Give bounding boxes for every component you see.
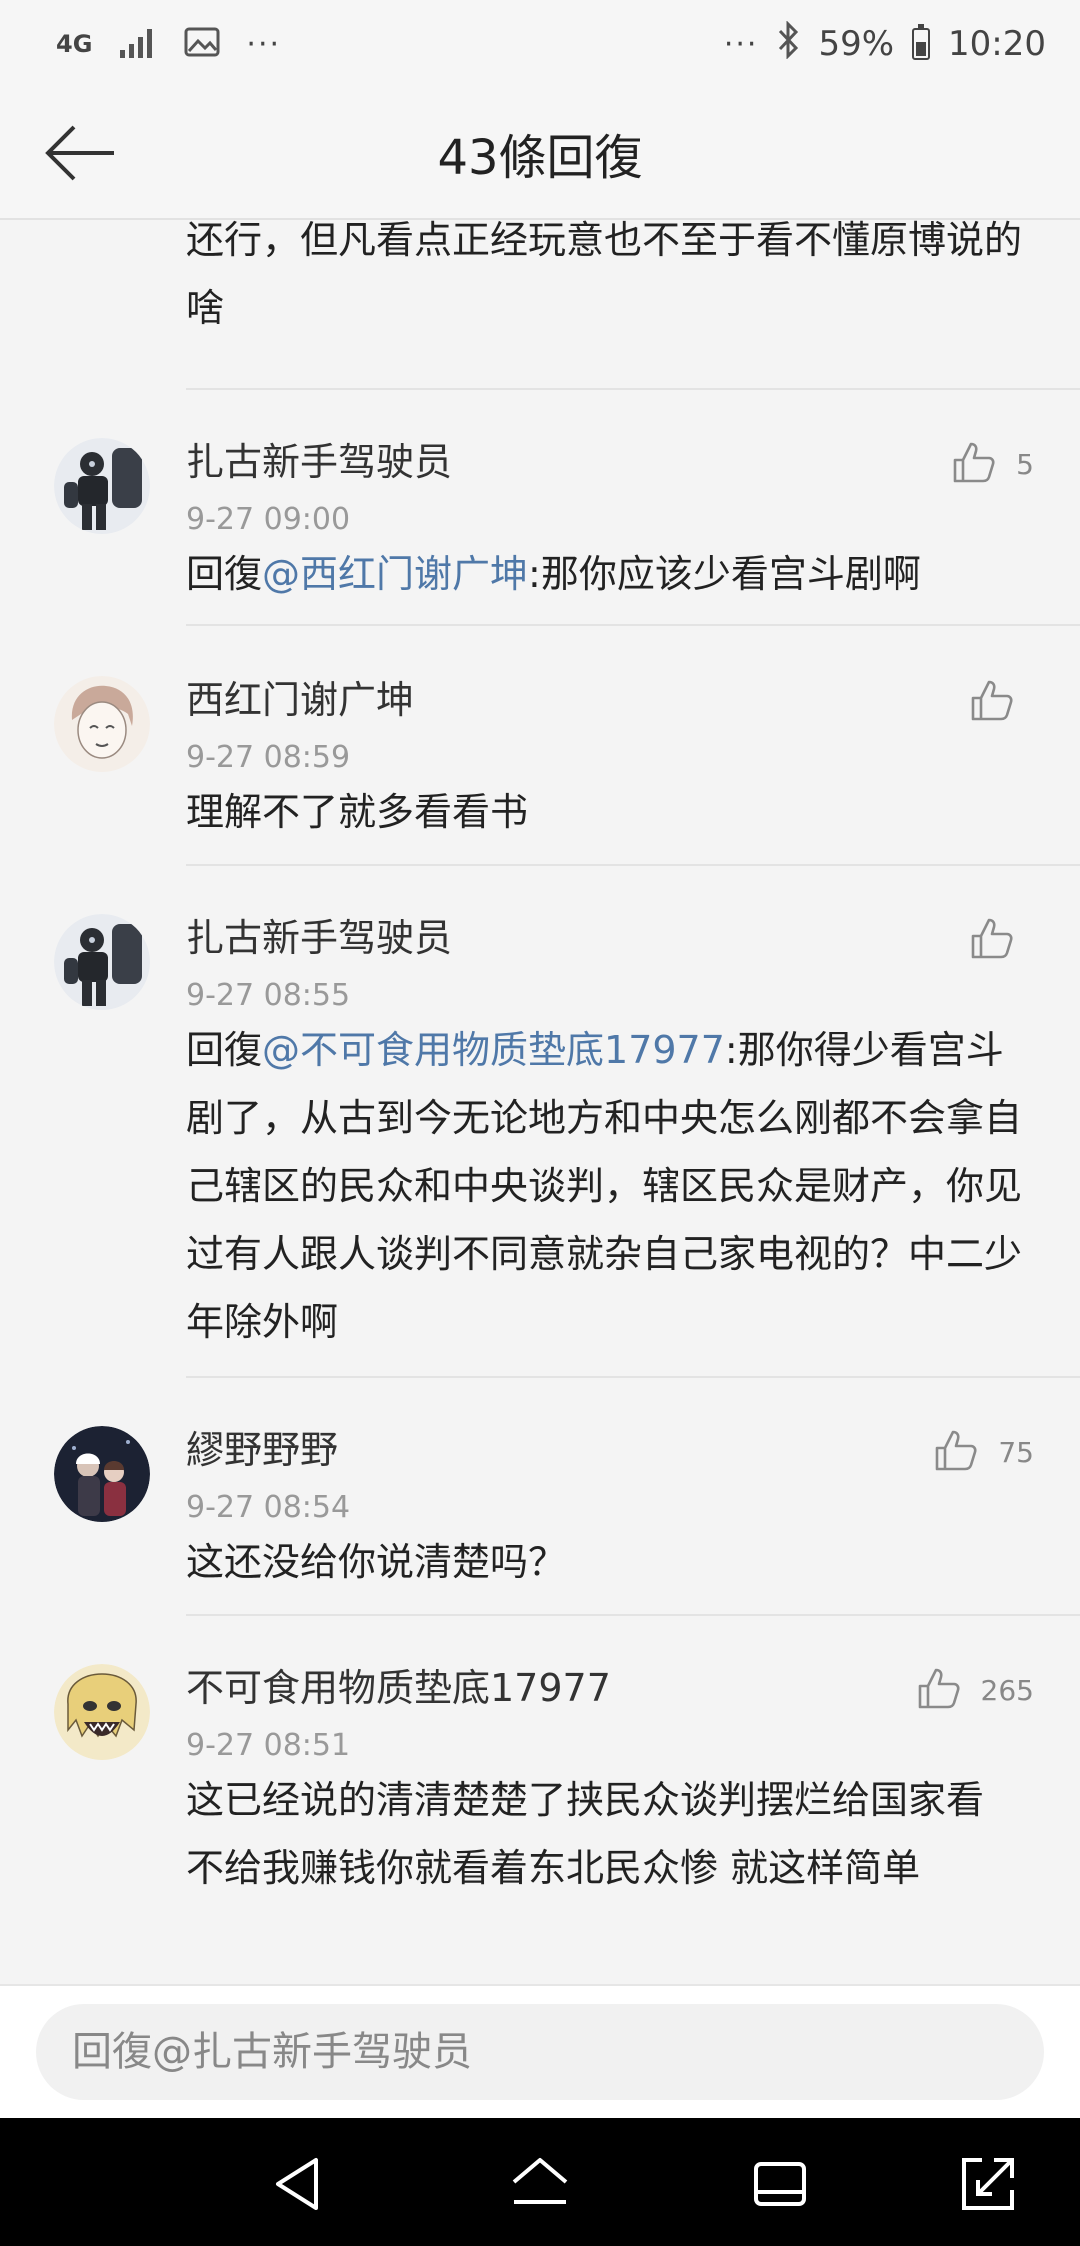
comment-body: 这还没给你说清楚吗？ (186, 1540, 567, 1584)
list-item[interactable]: 不可食用物质垫底17977 9-27 08:51 265 这已经说的清清楚楚了挟… (0, 1616, 1080, 1984)
recent-apps-icon (754, 2162, 806, 2206)
partial-comment: 还行，但凡看点正经玩意也不至于看不懂原博说的啥 (0, 218, 1080, 342)
list-item[interactable]: 繆野野野 9-27 08:54 75 这还没给你说清楚吗？ (0, 1378, 1080, 1616)
nav-expand-button[interactable] (956, 2152, 1020, 2216)
like-count: 75 (998, 1435, 1034, 1469)
battery-icon (912, 24, 931, 60)
timestamp: 9-27 08:55 (186, 978, 351, 1013)
list-item[interactable]: 西红门谢广坤 9-27 08:59 理解不了就多看看书 (0, 628, 1080, 866)
timestamp: 9-27 08:59 (186, 740, 351, 775)
divider (186, 624, 1080, 626)
comment-text: 理解不了就多看看书 (186, 778, 1034, 846)
timestamp: 9-27 08:54 (186, 1490, 351, 1525)
header: 43條回復 (0, 88, 1080, 220)
network-type-indicator: 4G (56, 30, 93, 58)
like-button[interactable]: 75 (932, 1426, 1034, 1478)
nav-back-button[interactable] (268, 2152, 332, 2216)
comment-text: 还行，但凡看点正经玩意也不至于看不懂原博说的啥 (186, 218, 1023, 330)
image-notification-icon (184, 26, 220, 62)
timestamp: 9-27 09:00 (186, 502, 351, 537)
avatar[interactable] (54, 914, 150, 1010)
avatar[interactable] (54, 1426, 150, 1522)
home-icon (512, 2158, 568, 2204)
comment-text: 回復@不可食用物质垫底17977:那你得少看宫斗剧了，从古到今无论地方和中央怎么… (186, 1016, 1034, 1356)
more-notifications-icon: ··· (246, 26, 282, 62)
reply-placeholder: 回復@扎古新手驾驶员 (72, 2029, 472, 2075)
comment-text: 这已经说的清清楚楚了挟民众谈判摆烂给国家看 不给我赚钱你就看着东北民众惨 就这样… (186, 1766, 1034, 1902)
reply-prefix: 回復 (186, 1028, 263, 1072)
like-button[interactable] (968, 914, 1034, 966)
expand-icon (962, 2158, 1014, 2210)
like-button[interactable] (968, 676, 1034, 728)
thumbs-up-icon (915, 1664, 963, 1716)
bluetooth-icon (776, 19, 800, 68)
reply-prefix: 回復 (186, 552, 263, 596)
system-nav-bar (0, 2118, 1080, 2246)
page-title: 43條回復 (437, 130, 643, 186)
status-bar: 4G ··· ··· 59% 10:20 (0, 0, 1080, 88)
nav-recents-button[interactable] (748, 2152, 812, 2216)
thumbs-up-icon (932, 1426, 980, 1478)
battery-percent: 59% (818, 24, 895, 64)
comment-list[interactable]: 还行，但凡看点正经玩意也不至于看不懂原博说的啥 扎古新手驾驶员 9-27 09:… (0, 218, 1080, 1984)
username[interactable]: 繆野野野 (186, 1426, 338, 1474)
mention-link[interactable]: @不可食用物质垫底17977 (262, 1028, 725, 1072)
avatar[interactable] (54, 1664, 150, 1760)
comment-body: :那你应该少看宫斗剧啊 (528, 552, 921, 596)
signal-icon (118, 26, 158, 62)
avatar[interactable] (54, 438, 150, 534)
comment-body: :那你得少看宫斗剧了，从古到今无论地方和中央怎么刚都不会拿自己辖区的民众和中央谈… (186, 1028, 1023, 1344)
thumbs-up-icon (950, 438, 998, 490)
mention-link[interactable]: @西红门谢广坤 (262, 552, 528, 596)
username[interactable]: 不可食用物质垫底17977 (186, 1664, 611, 1712)
like-button[interactable]: 265 (915, 1664, 1034, 1716)
clock: 10:20 (948, 24, 1046, 64)
thumbs-up-icon (968, 914, 1016, 966)
list-item[interactable]: 扎古新手驾驶员 9-27 08:55 回復@不可食用物质垫底17977:那你得少… (0, 866, 1080, 1378)
reply-bar: 回復@扎古新手驾驶员 (0, 1984, 1080, 2120)
comment-text: 这还没给你说清楚吗？ (186, 1528, 1034, 1596)
username[interactable]: 扎古新手驾驶员 (186, 438, 452, 486)
username[interactable]: 扎古新手驾驶员 (186, 914, 452, 962)
comment-body: 这已经说的清清楚楚了挟民众谈判摆烂给国家看 不给我赚钱你就看着东北民众惨 就这样… (186, 1778, 985, 1890)
avatar[interactable] (54, 676, 150, 772)
triangle-back-icon (276, 2158, 318, 2210)
comment-body: 理解不了就多看看书 (186, 790, 529, 834)
username[interactable]: 西红门谢广坤 (186, 676, 414, 724)
like-count: 265 (980, 1673, 1034, 1707)
list-item[interactable]: 扎古新手驾驶员 9-27 09:00 5 回復@西红门谢广坤:那你应该少看宫斗剧… (0, 390, 1080, 626)
like-count: 5 (1016, 447, 1034, 481)
like-button[interactable]: 5 (950, 438, 1034, 490)
thumbs-up-icon (968, 676, 1016, 728)
status-dots: ··· (723, 26, 759, 62)
comment-text: 回復@西红门谢广坤:那你应该少看宫斗剧啊 (186, 540, 1034, 608)
nav-home-button[interactable] (508, 2152, 572, 2216)
timestamp: 9-27 08:51 (186, 1728, 351, 1763)
